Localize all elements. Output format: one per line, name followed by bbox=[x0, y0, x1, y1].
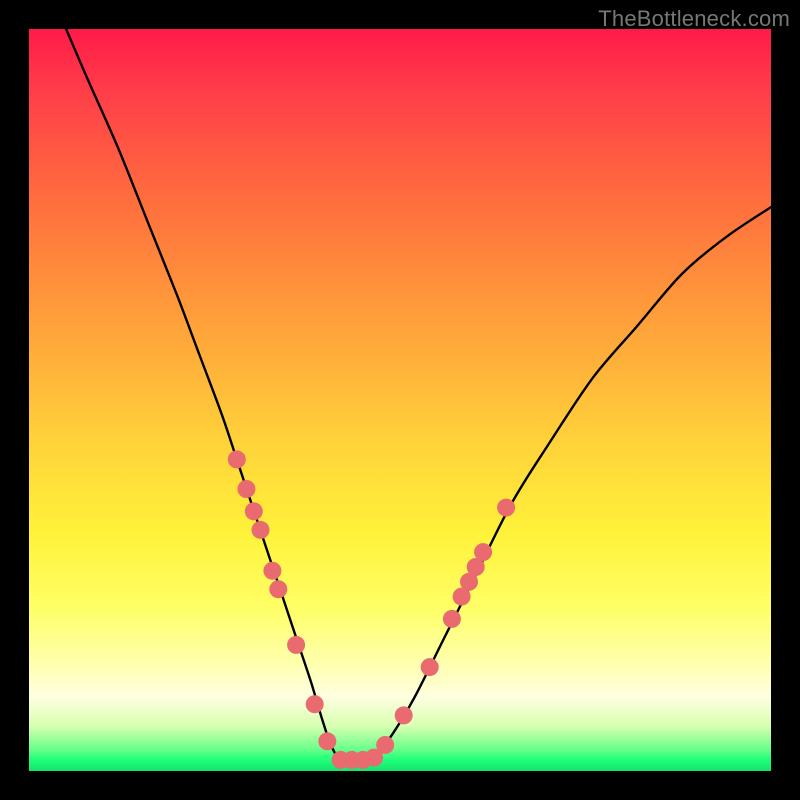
curve-marker bbox=[443, 610, 461, 628]
curve-marker bbox=[287, 636, 305, 654]
curve-marker bbox=[252, 521, 270, 539]
chart-frame: TheBottleneck.com bbox=[0, 0, 800, 800]
plot-area bbox=[29, 29, 771, 771]
marker-group bbox=[228, 450, 515, 769]
curve-marker bbox=[474, 543, 492, 561]
curve-marker bbox=[318, 732, 336, 750]
bottleneck-curve bbox=[66, 29, 771, 760]
curve-marker bbox=[497, 499, 515, 517]
curve-svg bbox=[29, 29, 771, 771]
curve-marker bbox=[263, 562, 281, 580]
curve-marker bbox=[269, 580, 287, 598]
curve-marker bbox=[376, 736, 394, 754]
curve-marker bbox=[421, 658, 439, 676]
curve-marker bbox=[395, 706, 413, 724]
curve-marker bbox=[306, 695, 324, 713]
curve-marker bbox=[237, 480, 255, 498]
curve-marker bbox=[228, 450, 246, 468]
curve-marker bbox=[245, 502, 263, 520]
